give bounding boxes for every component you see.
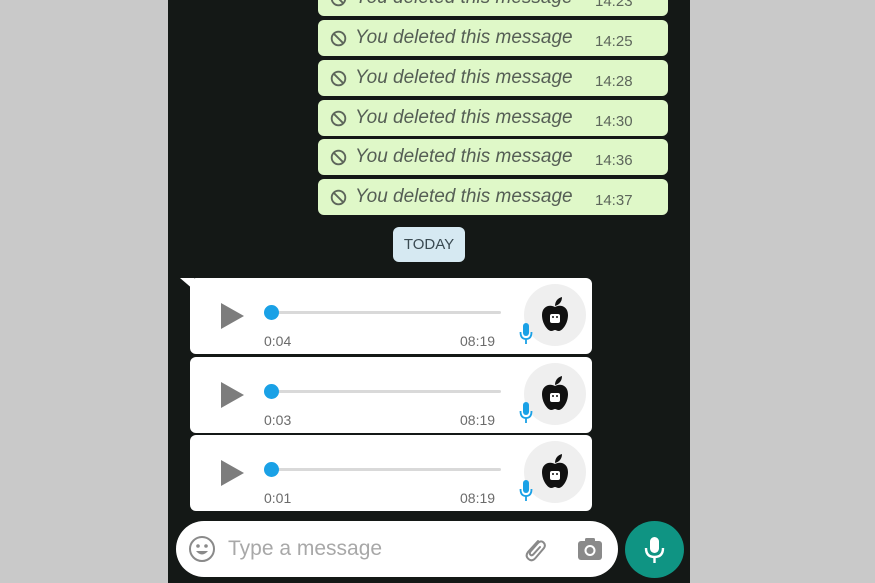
ban-icon bbox=[330, 30, 347, 47]
deleted-message-bubble[interactable]: You deleted this message 14:28 bbox=[318, 60, 668, 96]
message-time: 08:19 bbox=[460, 490, 496, 506]
microphone-icon bbox=[644, 537, 665, 563]
deleted-message-text: You deleted this message bbox=[355, 146, 573, 167]
message-input[interactable] bbox=[228, 529, 508, 569]
ban-icon bbox=[330, 189, 347, 206]
ban-icon bbox=[330, 70, 347, 87]
date-separator: TODAY bbox=[393, 227, 465, 262]
deleted-message-text: You deleted this message bbox=[355, 27, 573, 48]
deleted-message-text: You deleted this message bbox=[355, 0, 573, 9]
message-time: 08:19 bbox=[460, 412, 496, 428]
voice-record-button[interactable] bbox=[625, 521, 684, 578]
apple-logo-icon bbox=[542, 376, 568, 410]
message-time: 14:25 bbox=[595, 33, 633, 50]
microphone-icon bbox=[519, 323, 533, 344]
deleted-message-text: You deleted this message bbox=[355, 107, 573, 128]
message-composer bbox=[176, 521, 618, 577]
microphone-icon bbox=[519, 480, 533, 501]
voice-note-duration: 0:01 bbox=[264, 490, 292, 506]
deleted-message-bubble[interactable]: You deleted this message 14:36 bbox=[318, 139, 668, 175]
voice-note-bubble[interactable]: 0:01 08:19 bbox=[190, 435, 592, 511]
voice-note-track[interactable] bbox=[270, 311, 501, 314]
paperclip-icon[interactable] bbox=[520, 535, 548, 563]
play-icon[interactable] bbox=[218, 380, 246, 410]
voice-note-seek-handle[interactable] bbox=[264, 462, 279, 477]
apple-logo-avatar[interactable] bbox=[524, 363, 586, 425]
message-time: 14:36 bbox=[595, 152, 633, 169]
apple-logo-avatar[interactable] bbox=[524, 284, 586, 346]
voice-note-track[interactable] bbox=[270, 390, 501, 393]
microphone-icon bbox=[519, 402, 533, 423]
voice-note-track[interactable] bbox=[270, 468, 501, 471]
play-icon[interactable] bbox=[218, 458, 246, 488]
message-time: 14:30 bbox=[595, 113, 633, 130]
emoji-icon[interactable] bbox=[188, 535, 216, 563]
camera-icon[interactable] bbox=[576, 536, 604, 562]
deleted-message-text: You deleted this message bbox=[355, 67, 573, 88]
ban-icon bbox=[330, 110, 347, 127]
voice-note-bubble[interactable]: 0:03 08:19 bbox=[190, 357, 592, 433]
voice-note-duration: 0:03 bbox=[264, 412, 292, 428]
apple-logo-icon bbox=[542, 297, 568, 331]
apple-logo-icon bbox=[542, 454, 568, 488]
deleted-message-bubble[interactable]: You deleted this message 14:30 bbox=[318, 100, 668, 136]
ban-icon bbox=[330, 149, 347, 166]
deleted-message-text: You deleted this message bbox=[355, 186, 573, 207]
deleted-message-bubble[interactable]: You deleted this message 14:37 bbox=[318, 179, 668, 215]
message-time: 08:19 bbox=[460, 333, 496, 349]
message-time: 14:37 bbox=[595, 192, 633, 209]
chat-screen: You deleted this message 14:23 You delet… bbox=[168, 0, 690, 583]
voice-note-seek-handle[interactable] bbox=[264, 384, 279, 399]
message-time: 14:28 bbox=[595, 73, 633, 90]
ban-icon bbox=[330, 0, 347, 7]
apple-logo-avatar[interactable] bbox=[524, 441, 586, 503]
deleted-message-bubble[interactable]: You deleted this message 14:25 bbox=[318, 20, 668, 56]
deleted-message-bubble[interactable]: You deleted this message 14:23 bbox=[318, 0, 668, 16]
voice-note-seek-handle[interactable] bbox=[264, 305, 279, 320]
voice-note-bubble[interactable]: 0:04 08:19 bbox=[190, 278, 592, 354]
play-icon[interactable] bbox=[218, 301, 246, 331]
message-time: 14:23 bbox=[595, 0, 633, 10]
voice-note-duration: 0:04 bbox=[264, 333, 292, 349]
